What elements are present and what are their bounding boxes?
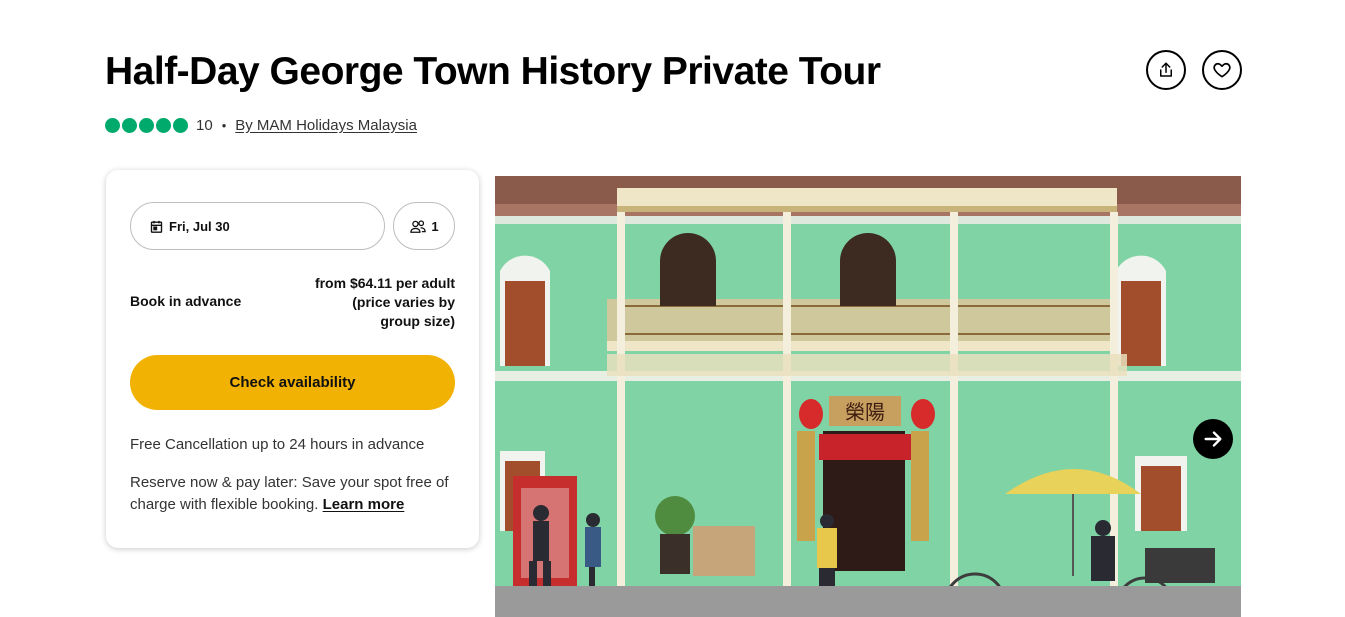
heart-icon xyxy=(1213,62,1231,78)
price-note-line: group size) xyxy=(380,313,455,329)
separator: • xyxy=(221,118,227,133)
rating-bubble-icon xyxy=(156,118,171,133)
traveler-count: 1 xyxy=(431,218,439,234)
rating-bubbles[interactable] xyxy=(105,118,188,133)
rating-bubble-icon xyxy=(105,118,120,133)
free-cancellation-text: Free Cancellation up to 24 hours in adva… xyxy=(130,436,425,453)
booking-card: Fri, Jul 30 1 Book in advance from $64.1… xyxy=(106,170,479,548)
review-count[interactable]: 10 xyxy=(196,117,213,134)
traveler-picker[interactable]: 1 xyxy=(393,202,455,250)
rating-bubble-icon xyxy=(122,118,137,133)
page-title: Half-Day George Town History Private Tou… xyxy=(105,50,881,93)
sign-text: 榮陽 xyxy=(845,400,885,424)
arrow-right-icon xyxy=(1204,431,1222,447)
learn-more-link[interactable]: Learn more xyxy=(323,496,405,513)
next-photo-button[interactable] xyxy=(1193,419,1233,459)
share-icon xyxy=(1160,62,1172,77)
people-icon xyxy=(410,219,427,233)
price-info: from $64.11 per adult (price varies by g… xyxy=(285,274,455,331)
share-button[interactable] xyxy=(1146,50,1186,90)
date-picker[interactable]: Fri, Jul 30 xyxy=(130,202,385,250)
operator-link[interactable]: By MAM Holidays Malaysia xyxy=(235,117,417,134)
rating-bubble-icon xyxy=(139,118,154,133)
rating-row: 10 • By MAM Holidays Malaysia xyxy=(105,117,417,134)
gallery-photo[interactable]: 榮陽 xyxy=(495,176,1241,617)
check-availability-button[interactable]: Check availability xyxy=(130,355,455,410)
save-to-trip-button[interactable] xyxy=(1202,50,1242,90)
price-note-line: (price varies by xyxy=(352,294,455,310)
building-photo: 榮陽 xyxy=(495,176,1241,617)
price-line: from $64.11 per adult xyxy=(314,275,455,291)
rating-bubble-icon xyxy=(173,118,188,133)
calendar-icon xyxy=(150,220,163,233)
date-value: Fri, Jul 30 xyxy=(169,218,230,234)
reserve-now-text: Reserve now & pay later: Save your spot … xyxy=(130,472,460,516)
book-in-advance-label: Book in advance xyxy=(130,293,242,309)
